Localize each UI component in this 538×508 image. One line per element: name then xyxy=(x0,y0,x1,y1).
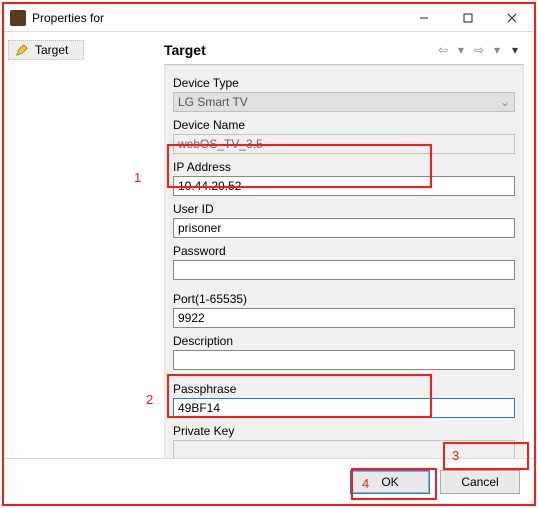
description-field[interactable] xyxy=(173,350,515,370)
cancel-label: Cancel xyxy=(461,475,498,489)
panel-header: Target ⇦ ▾ ⇨ ▾ ▾ xyxy=(164,38,524,65)
device-name-field xyxy=(173,134,515,154)
device-name-label: Device Name xyxy=(173,118,515,132)
menu-chevron-icon[interactable]: ▾ xyxy=(506,42,524,58)
window-title: Properties for xyxy=(32,11,402,25)
passphrase-field[interactable] xyxy=(173,398,515,418)
password-field[interactable] xyxy=(173,260,515,280)
port-label: Port(1-65535) xyxy=(173,292,515,306)
password-label: Password xyxy=(173,244,515,258)
sidebar-item-label: Target xyxy=(35,43,68,57)
panel-title: Target xyxy=(164,42,434,58)
minimize-button[interactable] xyxy=(402,4,446,32)
device-type-value: LG Smart TV xyxy=(178,95,248,109)
ok-button[interactable]: OK xyxy=(350,470,430,494)
close-button[interactable] xyxy=(490,4,534,32)
app-icon xyxy=(10,10,26,26)
private-key-label: Private Key xyxy=(173,424,515,438)
window-outline: Properties for Target Target ⇦ ▾ xyxy=(2,2,536,506)
sidebar-item-target[interactable]: Target xyxy=(8,40,84,60)
user-id-label: User ID xyxy=(173,202,515,216)
private-key-field xyxy=(173,440,515,460)
back-arrow-icon[interactable]: ⇦ xyxy=(434,42,452,58)
maximize-button[interactable] xyxy=(446,4,490,32)
dialog-footer: OK Cancel xyxy=(4,458,534,504)
titlebar: Properties for xyxy=(4,4,534,32)
description-label: Description xyxy=(173,334,515,348)
chevron-down-icon: ⌄ xyxy=(500,95,510,109)
form-panel: Device Type LG Smart TV ⌄ Device Name IP… xyxy=(164,65,524,503)
device-type-select[interactable]: LG Smart TV ⌄ xyxy=(173,92,515,112)
port-field[interactable] xyxy=(173,308,515,328)
dialog-body: Target Target ⇦ ▾ ⇨ ▾ ▾ Device Type LG S… xyxy=(4,32,534,458)
main-panel: Target ⇦ ▾ ⇨ ▾ ▾ Device Type LG Smart TV… xyxy=(164,32,534,458)
cancel-button[interactable]: Cancel xyxy=(440,470,520,494)
passphrase-label: Passphrase xyxy=(173,382,515,396)
ip-address-field[interactable] xyxy=(173,176,515,196)
pencil-icon xyxy=(15,43,29,57)
chevron-down-icon[interactable]: ▾ xyxy=(488,42,506,58)
ok-label: OK xyxy=(381,475,398,489)
ip-address-label: IP Address xyxy=(173,160,515,174)
chevron-down-icon[interactable]: ▾ xyxy=(452,42,470,58)
sidebar: Target xyxy=(4,32,164,458)
device-type-label: Device Type xyxy=(173,76,515,90)
user-id-field[interactable] xyxy=(173,218,515,238)
forward-arrow-icon[interactable]: ⇨ xyxy=(470,42,488,58)
